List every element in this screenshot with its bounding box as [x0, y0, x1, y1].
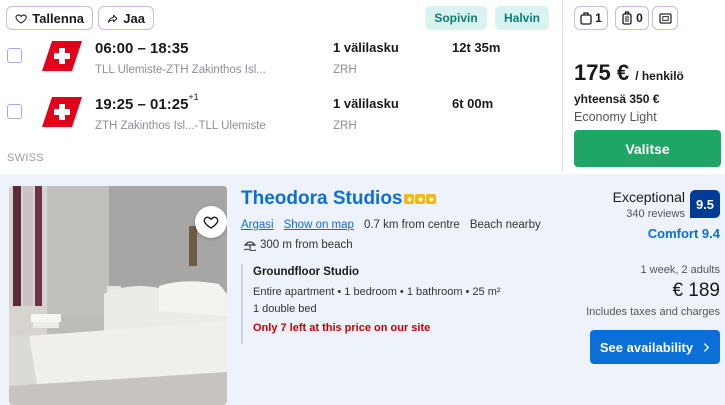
save-button[interactable]: Tallenna [6, 6, 93, 30]
review-score-badge[interactable]: 9.5 [690, 190, 720, 218]
review-count[interactable]: 340 reviews [626, 208, 685, 220]
outbound-duration: 12t 35m [452, 40, 501, 55]
carry-on-badge[interactable]: 0 [615, 6, 649, 30]
return-stops: 1 välilasku [333, 96, 399, 111]
outbound-stops: 1 välilasku [333, 40, 399, 55]
star-icon [415, 194, 425, 204]
carry-on-suitcase-icon [622, 11, 632, 25]
review-score-word[interactable]: Exceptional [613, 189, 685, 205]
location-link[interactable]: Argasi [241, 219, 274, 231]
cheapest-tag: Halvin [495, 6, 549, 30]
hotel-name-link[interactable]: Theodora Studios [241, 188, 403, 210]
fare-class: Economy Light [574, 110, 657, 124]
swiss-logo-icon [42, 41, 82, 71]
select-flight-button[interactable]: Valitse [574, 130, 721, 167]
seat-info-badge[interactable] [652, 6, 678, 30]
outbound-route: TLL Ulemiste-ZTH Zakinthos Isl... [95, 64, 266, 76]
outbound-layover-airport: ZRH [333, 64, 357, 76]
hotel-location-row: Argasi Show on map 0.7 km from centre Be… [241, 219, 541, 231]
share-arrow-icon [107, 14, 118, 23]
flight-price-panel: 1 0 175 € / henkilö yhteensä 350 € Econo… [563, 0, 725, 172]
outbound-leg: 06:00 – 18:35 TLL Ulemiste-ZTH Zakinthos… [0, 34, 562, 86]
chevron-right-icon [703, 342, 710, 352]
share-button[interactable]: Jaa [98, 6, 154, 30]
room-details: Groundfloor Studio Entire apartment • 1 … [241, 264, 561, 344]
share-button-label: Jaa [123, 10, 145, 26]
return-duration: 6t 00m [452, 96, 494, 111]
personal-bag-icon [580, 12, 592, 25]
favorite-button[interactable] [195, 206, 227, 238]
carry-on-count: 0 [636, 11, 643, 25]
swiss-logo-icon [42, 97, 82, 127]
save-button-label: Tallenna [32, 10, 84, 26]
return-layover-airport: ZRH [333, 120, 357, 132]
beach-umbrella-icon [243, 241, 257, 251]
room-specs: Entire apartment • 1 bedroom • 1 bathroo… [253, 286, 501, 298]
flight-price: 175 € / henkilö [574, 60, 684, 85]
airline-name: SWISS [7, 152, 44, 164]
stay-info: 1 week, 2 adults [640, 264, 721, 276]
beach-distance-row: 300 m from beach [243, 239, 353, 251]
personal-item-badge[interactable]: 1 [574, 6, 608, 30]
return-route: ZTH Zakinthos Isl...-TLL Ulemiste [95, 120, 266, 132]
beach-distance: 300 m from beach [260, 239, 353, 251]
personal-item-count: 1 [595, 11, 602, 25]
flight-result-card: Tallenna Jaa Sopivin Halvin 06:00 – 18:3… [0, 0, 725, 172]
see-availability-label: See availability [599, 339, 694, 355]
beach-nearby-label: Beach nearby [469, 219, 541, 231]
best-fit-tag: Sopivin [425, 6, 487, 30]
availability-warning: Only 7 left at this price on our site [253, 322, 431, 334]
return-leg: 19:25 – 01:25+1 ZTH Zakinthos Isl...-TLL… [0, 90, 562, 142]
seat-ticket-icon [658, 12, 672, 24]
hotel-photo[interactable] [9, 186, 227, 405]
distance-from-centre: 0.7 km from centre [363, 219, 460, 231]
star-rating [404, 194, 436, 204]
hotel-result-card: Theodora Studios Argasi Show on map 0.7 … [0, 174, 725, 405]
return-leg-checkbox[interactable] [7, 104, 22, 119]
see-availability-button[interactable]: See availability [590, 330, 720, 364]
flight-itinerary: Tallenna Jaa Sopivin Halvin 06:00 – 18:3… [0, 0, 562, 172]
comfort-score: Comfort 9.4 [647, 226, 720, 241]
room-bed-config: 1 double bed [253, 303, 317, 315]
heart-icon [203, 216, 219, 229]
star-icon [404, 194, 414, 204]
hotel-price: € 189 [672, 280, 720, 301]
room-title: Groundfloor Studio [253, 266, 360, 278]
flight-total-price: yhteensä 350 € [574, 92, 660, 106]
outbound-leg-checkbox[interactable] [7, 48, 22, 63]
taxes-note: Includes taxes and charges [586, 306, 720, 318]
star-icon [426, 194, 436, 204]
return-times: 19:25 – 01:25+1 [95, 92, 199, 113]
outbound-times: 06:00 – 18:35 [95, 40, 189, 57]
show-on-map-link[interactable]: Show on map [284, 219, 354, 231]
heart-icon [15, 13, 27, 24]
